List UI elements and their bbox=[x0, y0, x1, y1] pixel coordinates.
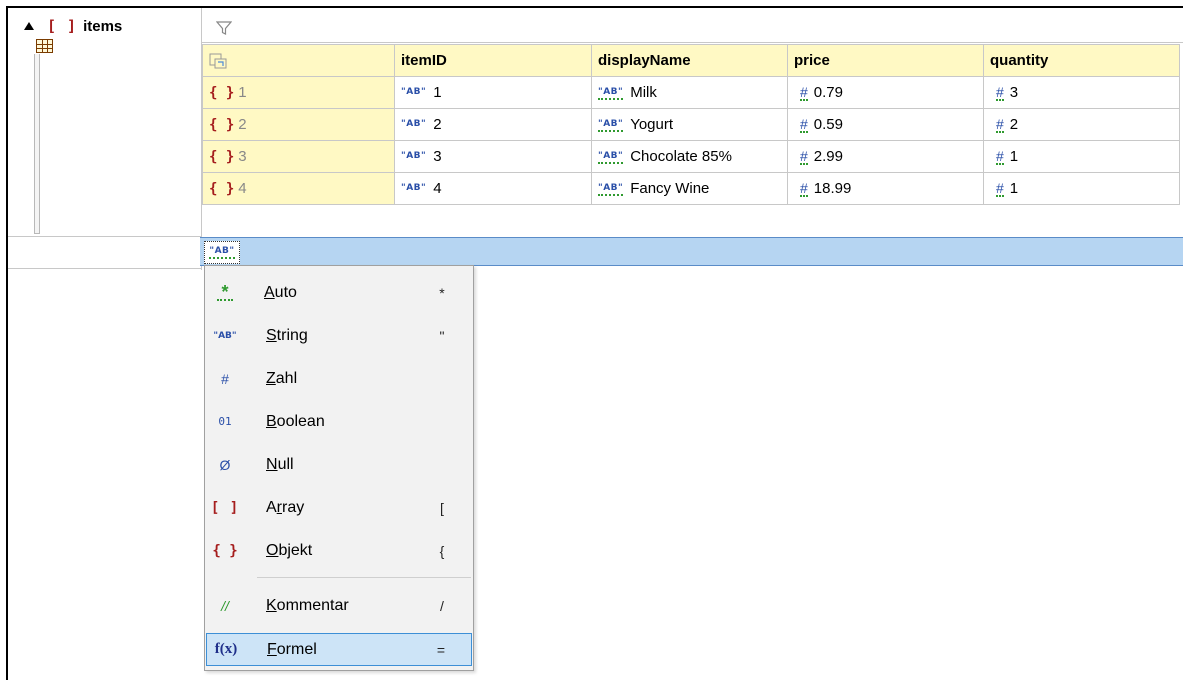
string-type-icon: "AB" bbox=[209, 246, 235, 259]
tree-guide-line bbox=[34, 54, 40, 234]
string-type-icon: "AB" bbox=[598, 151, 624, 164]
number-type-icon: # bbox=[800, 84, 808, 101]
cell-quantity[interactable]: #1 bbox=[983, 172, 1180, 205]
type-context-menu: * Auto * "AB" String " # Zahl 01 Boolean… bbox=[204, 265, 474, 671]
object-icon: { } bbox=[209, 149, 235, 165]
transpose-icon[interactable] bbox=[209, 53, 227, 69]
cell-price[interactable]: #0.79 bbox=[787, 76, 984, 109]
filter-divider bbox=[202, 42, 1183, 43]
cell-price[interactable]: #18.99 bbox=[787, 172, 984, 205]
number-type-icon: # bbox=[996, 116, 1004, 133]
menu-item-zahl[interactable]: # Zahl bbox=[206, 362, 472, 395]
shortcut: { bbox=[439, 542, 445, 559]
string-type-icon: "AB" bbox=[401, 151, 427, 161]
table-row[interactable]: { } 4 "AB" 4 "AB" Fancy Wine #18.99 #1 bbox=[202, 172, 1180, 205]
cell-quantity[interactable]: #3 bbox=[983, 76, 1180, 109]
new-cell-type-button[interactable]: "AB" bbox=[204, 241, 240, 264]
menu-item-array[interactable]: [ ] Array [ bbox=[206, 491, 472, 524]
number-type-icon: # bbox=[800, 148, 808, 165]
string-type-icon: "AB" bbox=[213, 330, 237, 341]
corner-cell[interactable] bbox=[202, 44, 395, 77]
row-divider bbox=[8, 268, 202, 269]
row-header[interactable]: { } 3 bbox=[202, 140, 395, 173]
array-icon: [ ] bbox=[47, 17, 78, 35]
cell-itemID[interactable]: "AB" 4 bbox=[394, 172, 592, 205]
row-header[interactable]: { } 1 bbox=[202, 76, 395, 109]
shortcut: * bbox=[439, 284, 445, 301]
object-type-icon: { } bbox=[212, 542, 238, 559]
menu-item-boolean[interactable]: 01 Boolean bbox=[206, 405, 472, 438]
shortcut: " bbox=[439, 327, 445, 344]
cell-itemID[interactable]: "AB" 3 bbox=[394, 140, 592, 173]
collapse-triangle-icon[interactable] bbox=[24, 22, 34, 30]
string-type-icon: "AB" bbox=[598, 183, 624, 196]
formula-icon: f(x) bbox=[214, 641, 238, 657]
menu-separator bbox=[257, 577, 471, 578]
new-row-selection[interactable] bbox=[200, 237, 1183, 266]
column-header-displayName[interactable]: displayName bbox=[591, 44, 788, 77]
menu-item-objekt[interactable]: { } Objekt { bbox=[206, 534, 472, 567]
object-icon: { } bbox=[209, 85, 235, 101]
comment-icon: // bbox=[221, 597, 229, 614]
menu-item-string[interactable]: "AB" String " bbox=[206, 319, 472, 352]
cell-displayName[interactable]: "AB" Yogurt bbox=[591, 108, 788, 141]
cell-price[interactable]: #0.59 bbox=[787, 108, 984, 141]
shortcut: [ bbox=[440, 499, 444, 516]
menu-item-kommentar[interactable]: // Kommentar / bbox=[206, 589, 472, 622]
number-type-icon: # bbox=[996, 180, 1004, 197]
cell-quantity[interactable]: #2 bbox=[983, 108, 1180, 141]
object-icon: { } bbox=[209, 181, 235, 197]
menu-item-null[interactable]: Ø Null bbox=[206, 448, 472, 481]
number-type-icon: # bbox=[996, 84, 1004, 101]
object-icon: { } bbox=[209, 117, 235, 133]
shortcut: = bbox=[436, 641, 446, 658]
cell-price[interactable]: #2.99 bbox=[787, 140, 984, 173]
data-table: itemID displayName price quantity { } 1 "… bbox=[202, 44, 1180, 205]
string-type-icon: "AB" bbox=[598, 119, 624, 132]
filter-icon[interactable] bbox=[216, 21, 232, 35]
row-header[interactable]: { } 2 bbox=[202, 108, 395, 141]
array-type-icon: [ ] bbox=[210, 499, 240, 516]
shortcut: / bbox=[440, 597, 444, 614]
menu-item-auto[interactable]: * Auto * bbox=[206, 276, 472, 309]
string-type-icon: "AB" bbox=[598, 87, 624, 100]
cell-quantity[interactable]: #1 bbox=[983, 140, 1180, 173]
string-type-icon: "AB" bbox=[401, 119, 427, 129]
table-row[interactable]: { } 1 "AB" 1 "AB" Milk #0.79 #3 bbox=[202, 76, 1180, 109]
string-type-icon: "AB" bbox=[401, 183, 427, 193]
menu-item-formel[interactable]: f(x) Formel = bbox=[206, 633, 472, 666]
column-header-price[interactable]: price bbox=[787, 44, 984, 77]
boolean-type-icon: 01 bbox=[218, 415, 232, 428]
number-type-icon: # bbox=[996, 148, 1004, 165]
cell-itemID[interactable]: "AB" 1 bbox=[394, 76, 592, 109]
table-row[interactable]: { } 2 "AB" 2 "AB" Yogurt #0.59 #2 bbox=[202, 108, 1180, 141]
cell-displayName[interactable]: "AB" Milk bbox=[591, 76, 788, 109]
string-type-icon: "AB" bbox=[401, 87, 427, 97]
cell-displayName[interactable]: "AB" Chocolate 85% bbox=[591, 140, 788, 173]
table-header-row: itemID displayName price quantity bbox=[202, 44, 1180, 77]
cell-itemID[interactable]: "AB" 2 bbox=[394, 108, 592, 141]
auto-type-icon: * bbox=[217, 283, 233, 301]
cell-displayName[interactable]: "AB" Fancy Wine bbox=[591, 172, 788, 205]
number-type-icon: # bbox=[800, 180, 808, 197]
row-header[interactable]: { } 4 bbox=[202, 172, 395, 205]
table-row[interactable]: { } 3 "AB" 3 "AB" Chocolate 85% #2.99 #1 bbox=[202, 140, 1180, 173]
null-type-icon: Ø bbox=[219, 456, 231, 473]
column-header-quantity[interactable]: quantity bbox=[983, 44, 1180, 77]
tree-node-items[interactable]: [ ] items bbox=[47, 17, 122, 35]
number-type-icon: # bbox=[800, 116, 808, 133]
number-type-icon: # bbox=[221, 370, 229, 387]
table-view-icon[interactable] bbox=[36, 39, 53, 53]
tree-node-label: items bbox=[83, 17, 123, 35]
column-header-itemID[interactable]: itemID bbox=[394, 44, 592, 77]
row-divider bbox=[8, 236, 202, 237]
